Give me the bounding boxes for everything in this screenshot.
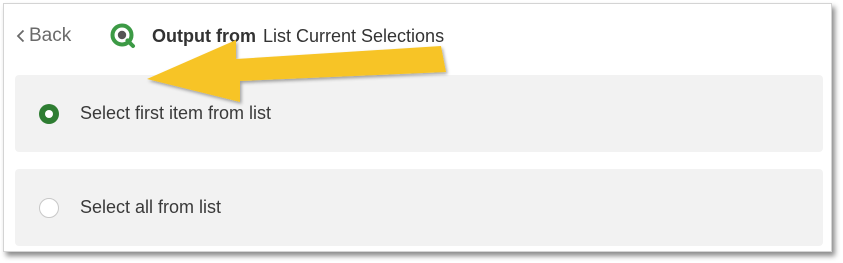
qlik-logo-icon <box>110 23 135 48</box>
option-select-all[interactable]: Select all from list <box>15 169 823 246</box>
back-label: Back <box>29 25 72 46</box>
option-label: Select all from list <box>80 197 222 217</box>
page-title: Output from List Current Selections <box>152 24 444 48</box>
chevron-left-icon <box>16 29 25 43</box>
radio-unselected-icon[interactable] <box>39 197 59 218</box>
header: Back Output from List Current Selections <box>4 4 831 64</box>
title-prefix: Output from <box>152 25 256 46</box>
option-select-first-item[interactable]: Select first item from list <box>15 75 823 152</box>
title-source: List Current Selections <box>262 25 445 46</box>
option-label: Select first item from list <box>80 103 272 123</box>
radio-selected-icon[interactable] <box>39 103 59 124</box>
dialog-panel: Back Output from List Current Selections… <box>3 3 832 252</box>
back-button[interactable]: Back <box>16 24 71 48</box>
